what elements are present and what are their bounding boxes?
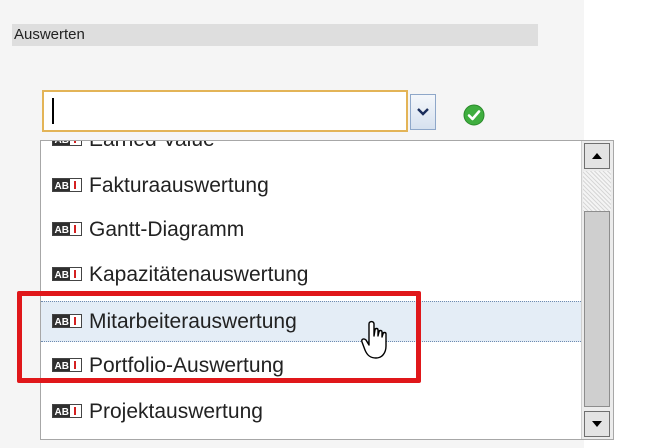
list-item[interactable]: AB Projektauswertung: [41, 391, 609, 432]
text-field-icon: AB: [52, 178, 82, 192]
svg-text:AB: AB: [55, 140, 69, 146]
list-item[interactable]: AB Kapazitätenauswertung: [41, 254, 609, 295]
check-icon[interactable]: [463, 104, 485, 126]
evaluation-dropdown-list[interactable]: AB Earned Value AB Fakturaauswertung AB …: [40, 140, 614, 440]
hand-pointer-icon: [361, 320, 387, 359]
text-field-icon: AB: [52, 404, 82, 418]
section-header-auswerten: Auswerten: [12, 24, 538, 46]
text-caret: [52, 98, 54, 124]
list-item[interactable]: AB Fakturaauswertung: [41, 165, 609, 206]
svg-text:AB: AB: [55, 407, 69, 418]
svg-text:AB: AB: [55, 225, 69, 236]
list-item[interactable]: AB Earned Value: [41, 140, 609, 160]
scroll-up-button[interactable]: [584, 143, 610, 169]
vertical-scrollbar[interactable]: [581, 141, 613, 439]
evaluation-combobox[interactable]: [42, 90, 408, 132]
list-item-label: Kapazitätenauswertung: [89, 263, 309, 286]
section-title: Auswerten: [14, 26, 85, 43]
triangle-down-icon: [592, 421, 602, 427]
text-field-icon: AB: [52, 267, 82, 281]
list-item-label: Gantt-Diagramm: [89, 218, 245, 241]
svg-text:AB: AB: [55, 181, 69, 192]
triangle-up-icon: [592, 153, 602, 159]
list-item-label: Fakturaauswertung: [89, 174, 269, 197]
text-field-icon: AB: [52, 140, 82, 146]
svg-text:AB: AB: [55, 270, 69, 281]
scroll-down-button[interactable]: [584, 411, 610, 437]
list-item-label: Earned Value: [89, 141, 215, 160]
scroll-thumb[interactable]: [584, 211, 610, 407]
list-item-label: Projektauswertung: [89, 400, 263, 423]
text-field-icon: AB: [52, 222, 82, 236]
scroll-track[interactable]: [583, 171, 611, 211]
chevron-down-icon: [417, 108, 429, 116]
combobox-dropdown-button[interactable]: [410, 94, 436, 130]
list-item[interactable]: AB Gantt-Diagramm: [41, 209, 609, 250]
